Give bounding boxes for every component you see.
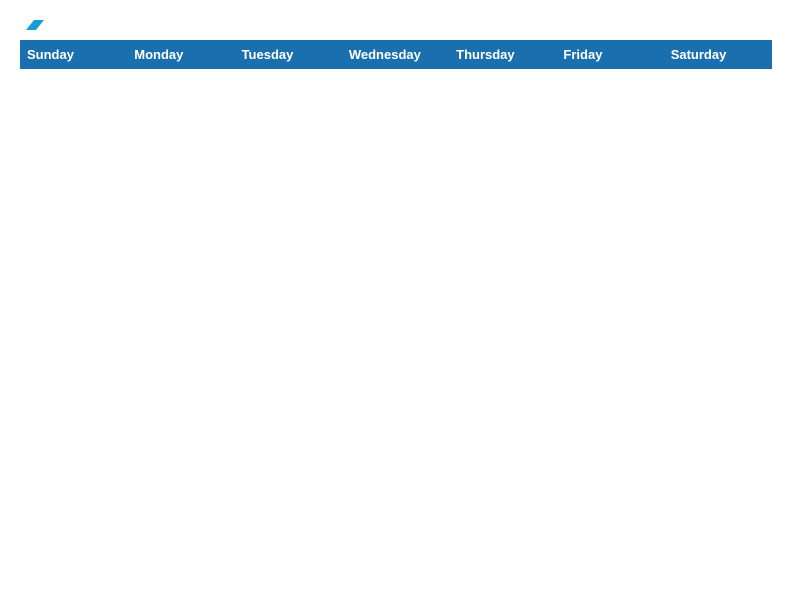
day-header-tuesday: Tuesday <box>235 41 342 69</box>
day-header-saturday: Saturday <box>664 41 771 69</box>
day-header-monday: Monday <box>128 41 235 69</box>
day-header-sunday: Sunday <box>21 41 128 69</box>
day-header-friday: Friday <box>557 41 664 69</box>
header-row: SundayMondayTuesdayWednesdayThursdayFrid… <box>21 41 772 69</box>
day-header-wednesday: Wednesday <box>342 41 449 69</box>
logo <box>20 20 44 30</box>
page-header <box>20 20 772 30</box>
logo-icon <box>22 12 44 34</box>
calendar-table: SundayMondayTuesdayWednesdayThursdayFrid… <box>20 40 772 69</box>
day-header-thursday: Thursday <box>450 41 557 69</box>
